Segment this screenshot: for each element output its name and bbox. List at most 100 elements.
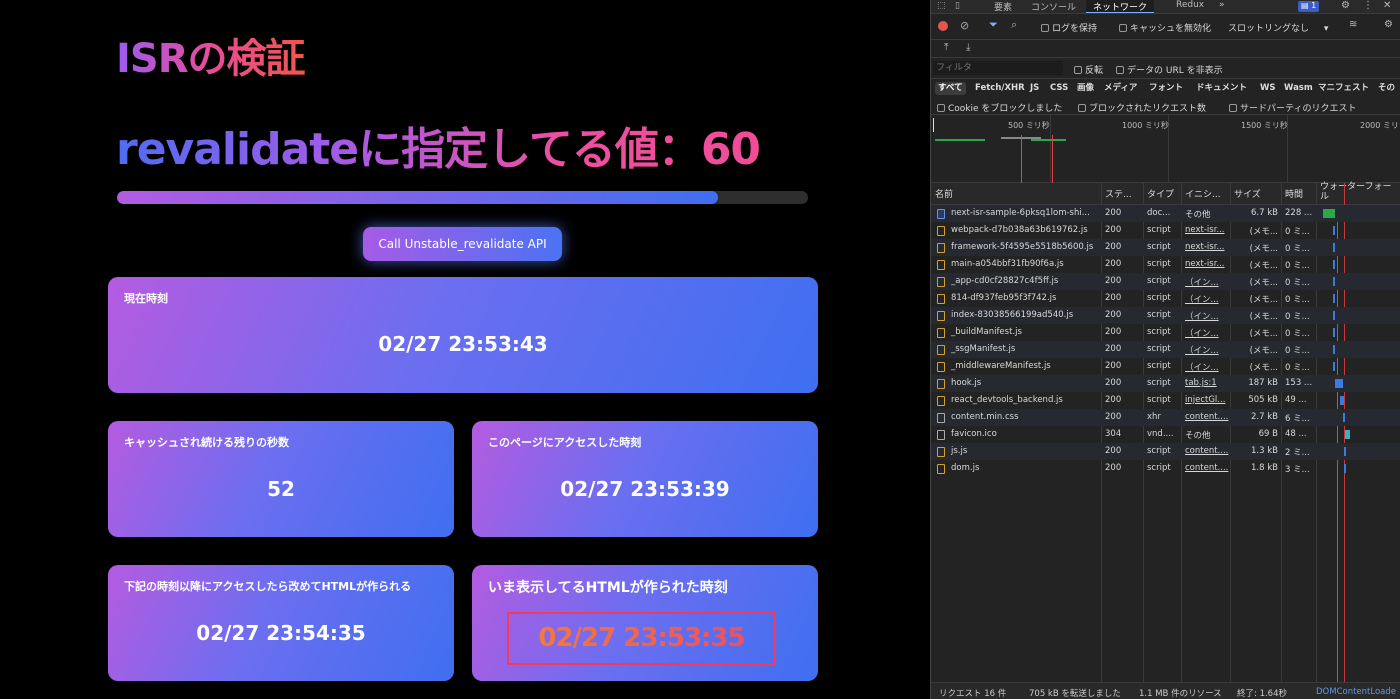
type-filter-ws[interactable]: WS <box>1257 82 1279 95</box>
waterfall-bar <box>1344 447 1346 456</box>
blocked-requests-checkbox[interactable]: ブロックされたリクエスト数 <box>1078 101 1206 114</box>
close-icon[interactable]: ✕ <box>1383 0 1391 11</box>
clear-icon[interactable]: ⊘ <box>960 19 969 32</box>
gear-icon[interactable]: ⚙ <box>1341 0 1350 11</box>
issues-badge[interactable]: ▤ 1 <box>1298 1 1320 12</box>
disable-cache-label: キャッシュを無効化 <box>1130 24 1212 34</box>
type-filter-fonts[interactable]: フォント <box>1146 82 1186 95</box>
request-initiator[interactable]: content.... <box>1185 412 1229 422</box>
disable-cache-checkbox[interactable]: キャッシュを無効化 <box>1119 21 1211 34</box>
request-initiator[interactable]: その他 <box>1185 429 1229 441</box>
request-row[interactable]: index-83038566199ad540.js 200 script （イン...… <box>931 307 1400 324</box>
request-row[interactable]: main-a054bbf31fb90f6a.js 200 script next-is… <box>931 256 1400 273</box>
type-filter-js[interactable]: JS <box>1027 82 1042 95</box>
type-filter-manifest[interactable]: マニフェスト <box>1315 82 1372 95</box>
request-name: dom.js <box>951 463 980 473</box>
request-row[interactable]: _middlewareManifest.js 200 script （イン... (メモ… <box>931 358 1400 375</box>
request-row[interactable]: dom.js 200 script content.... 1.8 kB 3 ミ... <box>931 460 1400 477</box>
type-filter-wasm[interactable]: Wasm <box>1281 82 1316 95</box>
col-name[interactable]: 名前 <box>935 187 953 200</box>
type-filter-media[interactable]: メディア <box>1101 82 1140 95</box>
request-row[interactable]: _ssgManifest.js 200 script （イン... (メモ... 0 ミ.… <box>931 341 1400 358</box>
inspect-element-icon[interactable]: ⬚ <box>937 1 946 11</box>
preserve-log-checkbox[interactable]: ログを保持 <box>1041 21 1097 34</box>
request-row[interactable]: _buildManifest.js 200 script （イン... (メモ... 0 … <box>931 324 1400 341</box>
tab-console[interactable]: コンソール <box>1031 0 1076 13</box>
col-size[interactable]: サイズ <box>1234 187 1261 200</box>
request-initiator[interactable]: その他 <box>1185 208 1229 220</box>
request-initiator[interactable]: next-isr... <box>1185 259 1229 269</box>
request-row[interactable]: webpack-d7b038a63b619762.js 200 script next… <box>931 222 1400 239</box>
tab-elements[interactable]: 要素 <box>994 0 1012 13</box>
network-overview-timeline[interactable]: 500 ミリ秒 1000 ミリ秒 1500 ミリ秒 2000 ミリ <box>931 115 1400 183</box>
waterfall-bar <box>1333 345 1335 354</box>
col-waterfall[interactable]: ウォーターフォール <box>1320 182 1392 202</box>
filter-icon[interactable]: ⏷ <box>989 18 998 32</box>
filter-input[interactable] <box>933 61 1063 75</box>
request-name: _app-cd0cf28827c4f5ff.js <box>951 276 1059 286</box>
request-status: 200 <box>1105 395 1122 405</box>
request-row[interactable]: hook.js 200 script tab.js:1 187 kB 153 ... <box>931 375 1400 392</box>
type-filter-css[interactable]: CSS <box>1047 82 1071 95</box>
network-conditions-icon[interactable]: ≋ <box>1349 19 1357 30</box>
request-initiator[interactable]: next-isr... <box>1185 225 1229 235</box>
hide-data-urls-checkbox[interactable]: データの URL を非表示 <box>1116 63 1223 76</box>
export-har-icon[interactable]: ⤓ <box>966 42 970 53</box>
request-row[interactable]: 814-df937feb95f3f742.js 200 script （イン... (メ… <box>931 290 1400 307</box>
search-icon[interactable]: ⌕ <box>1011 18 1017 32</box>
request-initiator[interactable]: tab.js:1 <box>1185 378 1229 388</box>
request-name: _buildManifest.js <box>951 327 1022 337</box>
request-initiator[interactable]: （イン... <box>1185 361 1229 373</box>
request-row[interactable]: _app-cd0cf28827c4f5ff.js 200 script （イン... (… <box>931 273 1400 290</box>
request-status: 200 <box>1105 378 1122 388</box>
tab-more[interactable]: » <box>1219 0 1225 10</box>
device-toolbar-icon[interactable]: ▯ <box>955 1 960 11</box>
third-party-checkbox[interactable]: サードパーティのリクエスト <box>1229 101 1356 114</box>
request-initiator[interactable]: content.... <box>1185 463 1229 473</box>
request-initiator[interactable]: （イン... <box>1185 344 1229 356</box>
record-icon[interactable] <box>938 21 948 31</box>
throttling-select[interactable]: スロットリングなし ▾ <box>1228 21 1328 34</box>
col-type[interactable]: タイプ <box>1147 187 1174 200</box>
invert-checkbox[interactable]: 反転 <box>1074 63 1103 76</box>
import-har-icon[interactable]: ⤒ <box>944 42 948 53</box>
kebab-menu-icon[interactable]: ⋮ <box>1363 0 1373 11</box>
remaining-seconds-value: 52 <box>267 477 295 501</box>
type-filter-all[interactable]: すべて <box>935 82 966 95</box>
request-initiator[interactable]: （イン... <box>1185 276 1229 288</box>
request-type: script <box>1147 310 1171 320</box>
request-row[interactable]: js.js 200 script content.... 1.3 kB 2 ミ... <box>931 443 1400 460</box>
type-filter-images[interactable]: 画像 <box>1074 82 1097 95</box>
request-initiator[interactable]: （イン... <box>1185 293 1229 305</box>
request-name: _middlewareManifest.js <box>951 361 1051 371</box>
request-row[interactable]: content.min.css 200 xhr content.... 2.7 kB 6 … <box>931 409 1400 426</box>
status-resources: 1.1 MB 件のリソース <box>1139 689 1222 699</box>
request-size: (メモ... <box>1249 312 1278 322</box>
blocked-cookies-checkbox[interactable]: Cookie をブロックしました <box>937 101 1062 114</box>
request-initiator[interactable]: （イン... <box>1185 310 1229 322</box>
request-time: 49 ... <box>1285 395 1307 405</box>
col-time[interactable]: 時間 <box>1285 187 1303 200</box>
request-row[interactable]: react_devtools_backend.js 200 script inject… <box>931 392 1400 409</box>
type-filter-other[interactable]: その <box>1375 82 1398 95</box>
request-initiator[interactable]: （イン... <box>1185 327 1229 339</box>
request-row[interactable]: framework-5f4595e5518b5600.js 200 script ne… <box>931 239 1400 256</box>
request-row[interactable]: next-isr-sample-6pksq1lom-shi... 200 doc..… <box>931 205 1400 222</box>
tab-redux[interactable]: Redux <box>1176 0 1204 10</box>
call-revalidate-api-button[interactable]: Call Unstable_revalidate API <box>363 227 562 261</box>
html-created-label: いま表示してるHTMLが作られた時刻 <box>488 580 728 596</box>
type-filter-documents[interactable]: ドキュメント <box>1193 82 1250 95</box>
script-file-icon <box>937 226 945 236</box>
type-filter-fetch-xhr[interactable]: Fetch/XHR <box>972 82 1028 95</box>
overview-label-2000ms: 2000 ミリ <box>1360 121 1399 130</box>
col-status[interactable]: ステ... <box>1105 187 1132 200</box>
request-size: (メモ... <box>1249 261 1278 271</box>
request-type: script <box>1147 242 1171 252</box>
col-initiator[interactable]: イニシ... <box>1185 187 1221 200</box>
network-settings-gear-icon[interactable]: ⚙ <box>1384 19 1393 30</box>
request-initiator[interactable]: next-isr... <box>1185 242 1229 252</box>
request-initiator[interactable]: content.... <box>1185 446 1229 456</box>
request-initiator[interactable]: injectGl... <box>1185 395 1229 405</box>
request-row[interactable]: favicon.ico 304 vnd.... その他 69 B 48 ... <box>931 426 1400 443</box>
tab-network[interactable]: ネットワーク <box>1086 0 1155 13</box>
